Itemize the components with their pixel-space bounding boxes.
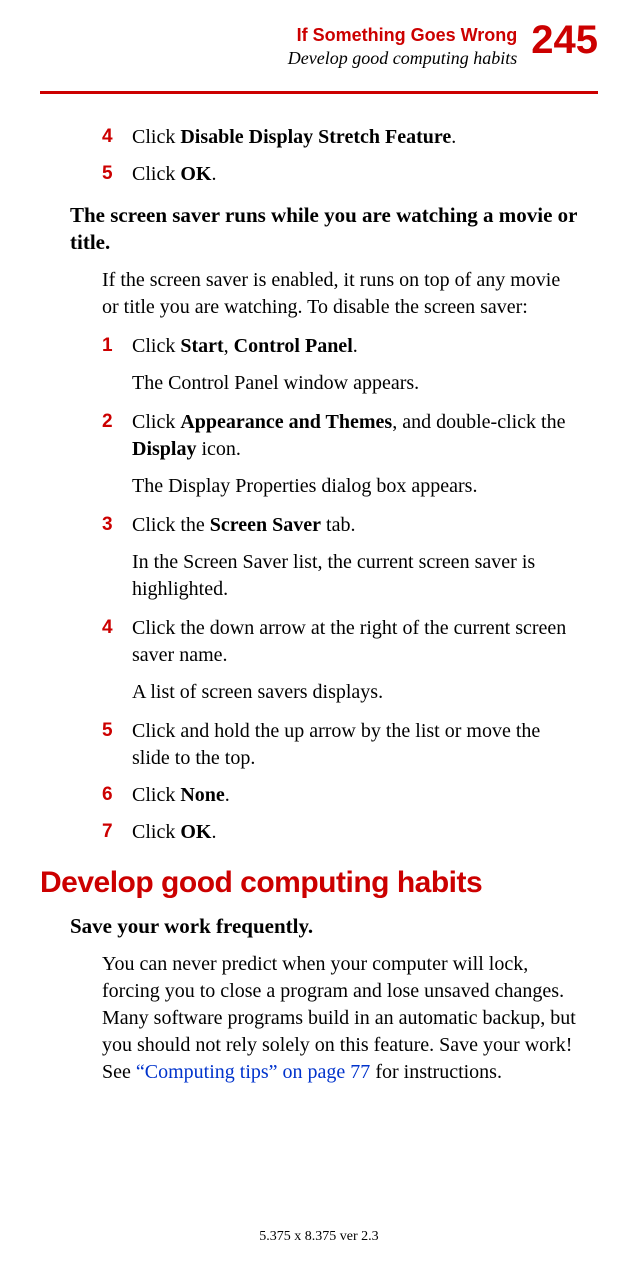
problem-heading: The screen saver runs while you are watc…	[70, 202, 578, 257]
step-item: 7 Click OK.	[102, 819, 578, 846]
step-item: 4 Click Disable Display Stretch Feature.	[102, 124, 578, 151]
content-area: 4 Click Disable Display Stretch Feature.…	[40, 124, 598, 1086]
step-sub-text: In the Screen Saver list, the current sc…	[132, 549, 578, 603]
step-number: 3	[102, 512, 132, 539]
step-text: Click the Screen Saver tab.	[132, 512, 578, 539]
page-header: If Something Goes Wrong Develop good com…	[40, 20, 598, 69]
header-text-block: If Something Goes Wrong Develop good com…	[288, 20, 517, 69]
step-number: 1	[102, 333, 132, 360]
step-sub-text: A list of screen savers displays.	[132, 679, 578, 706]
sub-heading: Save your work frequently.	[70, 914, 578, 939]
cross-reference-link[interactable]: “Computing tips” on page 77	[136, 1061, 370, 1083]
step-text: Click Appearance and Themes, and double-…	[132, 409, 578, 463]
step-number: 2	[102, 409, 132, 463]
step-item: 4 Click the down arrow at the right of t…	[102, 615, 578, 669]
step-text: Click OK.	[132, 161, 578, 188]
step-item: 5 Click OK.	[102, 161, 578, 188]
step-item: 1 Click Start, Control Panel.	[102, 333, 578, 360]
step-number: 5	[102, 718, 132, 772]
step-text: Click the down arrow at the right of the…	[132, 615, 578, 669]
step-sub-text: The Display Properties dialog box appear…	[132, 473, 578, 500]
body-paragraph: You can never predict when your computer…	[102, 951, 578, 1086]
step-item: 6 Click None.	[102, 782, 578, 809]
step-text: Click and hold the up arrow by the list …	[132, 718, 578, 772]
page-number: 245	[531, 20, 598, 60]
step-text: Click Start, Control Panel.	[132, 333, 578, 360]
step-number: 4	[102, 124, 132, 151]
header-section-title: Develop good computing habits	[288, 47, 517, 70]
step-item: 3 Click the Screen Saver tab.	[102, 512, 578, 539]
section-heading: Develop good computing habits	[40, 866, 578, 900]
page-footer: 5.375 x 8.375 ver 2.3	[0, 1229, 638, 1245]
header-chapter-title: If Something Goes Wrong	[288, 24, 517, 47]
step-text: Click None.	[132, 782, 578, 809]
step-text: Click Disable Display Stretch Feature.	[132, 124, 578, 151]
step-number: 7	[102, 819, 132, 846]
step-item: 5 Click and hold the up arrow by the lis…	[102, 718, 578, 772]
header-rule	[40, 91, 598, 94]
step-text: Click OK.	[132, 819, 578, 846]
problem-intro-paragraph: If the screen saver is enabled, it runs …	[102, 267, 578, 321]
step-sub-text: The Control Panel window appears.	[132, 370, 578, 397]
step-number: 6	[102, 782, 132, 809]
page-container: If Something Goes Wrong Develop good com…	[0, 0, 638, 1086]
step-number: 4	[102, 615, 132, 669]
step-number: 5	[102, 161, 132, 188]
step-item: 2 Click Appearance and Themes, and doubl…	[102, 409, 578, 463]
